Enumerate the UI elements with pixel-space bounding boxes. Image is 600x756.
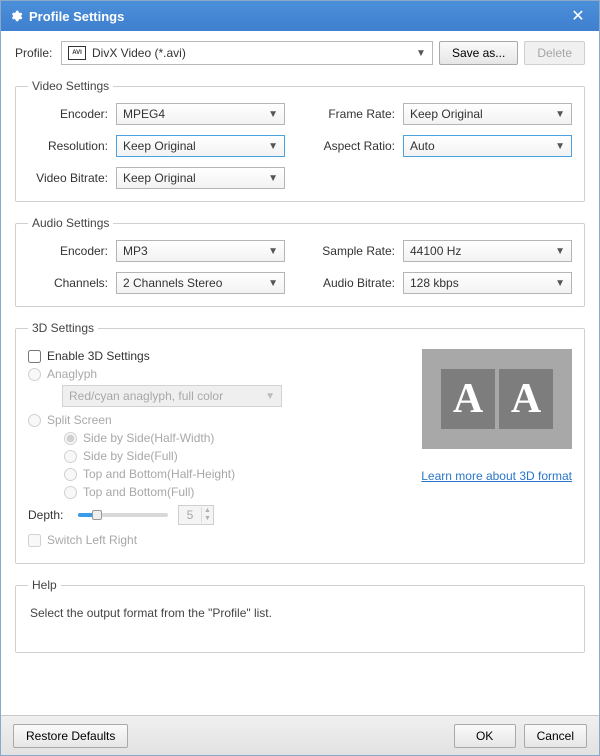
sbs-full-radio — [64, 450, 77, 463]
tb-full-label: Top and Bottom(Full) — [83, 485, 194, 499]
cancel-button[interactable]: Cancel — [524, 724, 587, 748]
depth-label: Depth: — [28, 508, 68, 522]
channels-select[interactable]: 2 Channels Stereo▼ — [116, 272, 285, 294]
channels-label: Channels: — [28, 276, 116, 290]
depth-slider — [78, 508, 168, 522]
titlebar: Profile Settings ✕ — [1, 1, 599, 31]
profile-select[interactable]: AVI DivX Video (*.avi) ▼ — [61, 41, 433, 65]
chevron-down-icon: ▼ — [555, 141, 565, 152]
chevron-down-icon: ▼ — [268, 109, 278, 120]
video-bitrate-label: Video Bitrate: — [28, 171, 116, 185]
chevron-down-icon: ▼ — [268, 278, 278, 289]
resolution-label: Resolution: — [28, 139, 116, 153]
frame-rate-select[interactable]: Keep Original▼ — [403, 103, 572, 125]
footer: Restore Defaults OK Cancel — [1, 715, 599, 755]
window-title: Profile Settings — [29, 9, 565, 24]
depth-spinner: 5 ▲▼ — [178, 505, 214, 525]
help-group: Help Select the output format from the "… — [15, 578, 585, 653]
3d-preview: A A — [422, 349, 572, 449]
gear-icon — [9, 9, 23, 23]
save-as-button[interactable]: Save as... — [439, 41, 518, 65]
sample-rate-select[interactable]: 44100 Hz▼ — [403, 240, 572, 262]
enable-3d-label: Enable 3D Settings — [47, 349, 150, 363]
anaglyph-mode-select: Red/cyan anaglyph, full color▼ — [62, 385, 282, 407]
tb-full-radio — [64, 486, 77, 499]
aspect-ratio-label: Aspect Ratio: — [315, 139, 403, 153]
help-text: Select the output format from the "Profi… — [28, 602, 572, 640]
video-bitrate-select[interactable]: Keep Original▼ — [116, 167, 285, 189]
sample-rate-label: Sample Rate: — [315, 244, 403, 258]
switch-lr-label: Switch Left Right — [47, 533, 137, 547]
video-settings-legend: Video Settings — [28, 79, 113, 93]
restore-defaults-button[interactable]: Restore Defaults — [13, 724, 128, 748]
preview-right: A — [499, 369, 553, 429]
video-settings-group: Video Settings Encoder: MPEG4▼ Frame Rat… — [15, 79, 585, 202]
chevron-down-icon: ▼ — [265, 391, 275, 402]
learn-more-link[interactable]: Learn more about 3D format — [421, 469, 572, 483]
tb-half-label: Top and Bottom(Half-Height) — [83, 467, 235, 481]
3d-settings-group: 3D Settings Enable 3D Settings Anaglyph … — [15, 321, 585, 564]
chevron-down-icon: ▼ — [555, 278, 565, 289]
chevron-down-icon: ▼ — [268, 141, 278, 152]
3d-settings-legend: 3D Settings — [28, 321, 98, 335]
split-screen-radio — [28, 414, 41, 427]
switch-lr-checkbox — [28, 534, 41, 547]
video-encoder-select[interactable]: MPEG4▼ — [116, 103, 285, 125]
chevron-down-icon: ▼ — [268, 173, 278, 184]
enable-3d-checkbox[interactable] — [28, 350, 41, 363]
delete-button: Delete — [524, 41, 585, 65]
sbs-half-radio — [64, 432, 77, 445]
help-legend: Help — [28, 578, 61, 592]
anaglyph-radio — [28, 368, 41, 381]
spinner-arrows-icon: ▲▼ — [201, 507, 213, 523]
split-screen-label: Split Screen — [47, 413, 112, 427]
chevron-down-icon: ▼ — [416, 48, 426, 59]
resolution-select[interactable]: Keep Original▼ — [116, 135, 285, 157]
avi-icon: AVI — [68, 46, 86, 60]
chevron-down-icon: ▼ — [268, 246, 278, 257]
audio-encoder-label: Encoder: — [28, 244, 116, 258]
profile-label: Profile: — [15, 46, 55, 60]
chevron-down-icon: ▼ — [555, 109, 565, 120]
chevron-down-icon: ▼ — [555, 246, 565, 257]
audio-bitrate-label: Audio Bitrate: — [315, 276, 403, 290]
close-icon[interactable]: ✕ — [565, 6, 591, 26]
anaglyph-label: Anaglyph — [47, 367, 97, 381]
sbs-half-label: Side by Side(Half-Width) — [83, 431, 214, 445]
audio-settings-group: Audio Settings Encoder: MP3▼ Sample Rate… — [15, 216, 585, 307]
audio-encoder-select[interactable]: MP3▼ — [116, 240, 285, 262]
profile-select-value: DivX Video (*.avi) — [92, 46, 186, 60]
ok-button[interactable]: OK — [454, 724, 516, 748]
audio-settings-legend: Audio Settings — [28, 216, 113, 230]
profile-row: Profile: AVI DivX Video (*.avi) ▼ Save a… — [15, 41, 585, 65]
tb-half-radio — [64, 468, 77, 481]
audio-bitrate-select[interactable]: 128 kbps▼ — [403, 272, 572, 294]
video-encoder-label: Encoder: — [28, 107, 116, 121]
preview-left: A — [441, 369, 495, 429]
aspect-ratio-select[interactable]: Auto▼ — [403, 135, 572, 157]
frame-rate-label: Frame Rate: — [315, 107, 403, 121]
sbs-full-label: Side by Side(Full) — [83, 449, 178, 463]
